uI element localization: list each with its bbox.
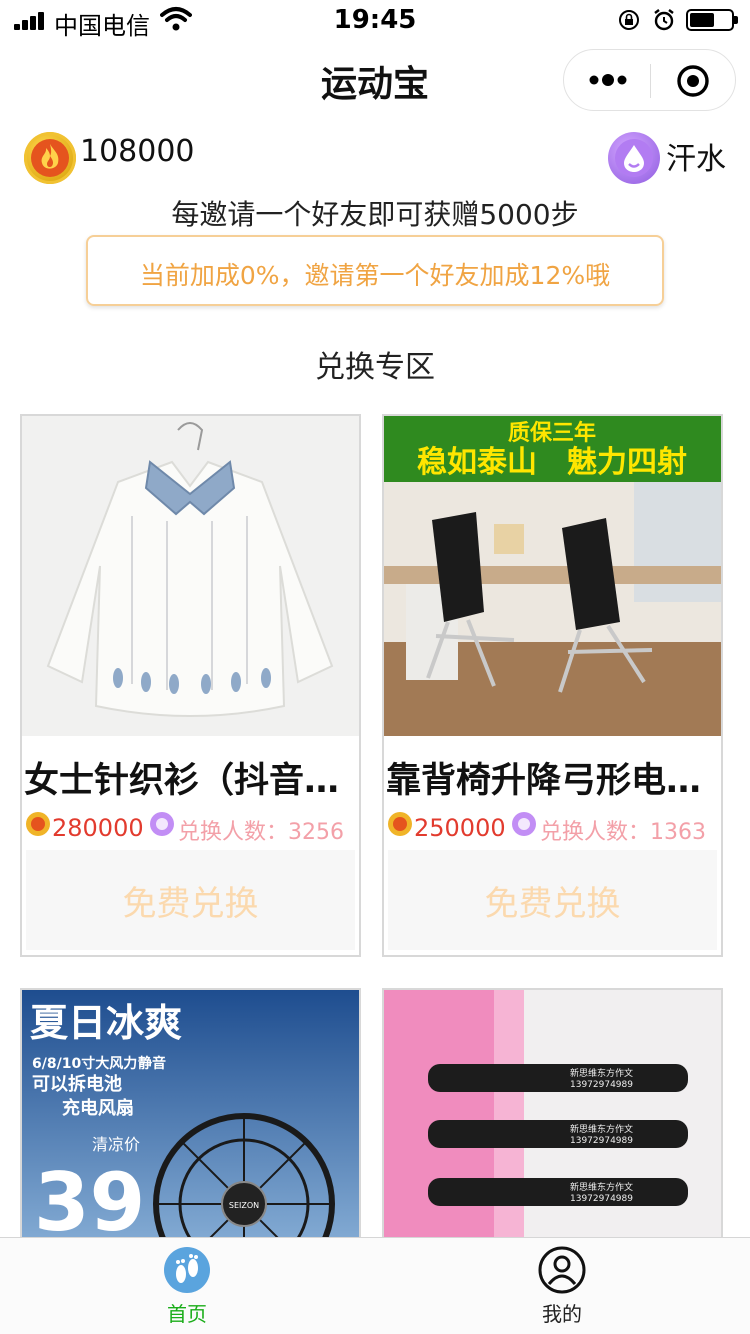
sweat-coin-icon [512,812,536,836]
tab-home[interactable]: 首页 [127,1238,247,1334]
invite-bonus-button[interactable]: 当前加成0%，邀请第一个好友加成12%哦 [86,235,664,306]
banner-top-text: 质保三年 [508,420,596,446]
battery-icon [686,9,738,31]
footprints-icon [164,1247,210,1293]
pen-text-1: 新思维东方作文 [570,1067,633,1079]
tab-home-label: 首页 [167,1302,207,1326]
product-name: 女士针织衫（抖音同款） [24,761,357,801]
fan-price: 39 [34,1156,145,1249]
sweat-coin-icon [150,812,174,836]
rotation-lock-icon [619,10,639,30]
free-redeem-label: 免费兑换 [484,884,621,924]
fan-line1: 6/8/10寸大风力 [32,1055,137,1072]
invite-reward-text: 每邀请一个好友即可获赠5000步 [171,198,579,231]
fan-headline: 夏日冰爽 [30,1001,182,1045]
pen-phone-3: 13972974989 [570,1194,633,1204]
redeem-count-label: 兑换人数： [178,820,289,845]
section-title: 兑换专区 [315,350,435,385]
product-meta: 280000 兑换人数：3256 [22,808,359,848]
status-bar: 中国电信 19:45 [0,0,750,40]
fan-line1b: 静音 [138,1055,166,1072]
product-card[interactable]: 质保三年 稳如泰山 魅力四射 靠背椅升降弓形电脑椅 250000 兑换人数：13… [382,414,723,957]
sweat-coin-icon [608,132,660,184]
product-price: 280000 [52,814,144,842]
banner-bottom-text: 稳如泰山 魅力四射 [417,445,687,480]
pen-text-3: 新思维东方作文 [570,1181,633,1193]
product-price: 250000 [414,814,506,842]
pen-phone-2: 13972974989 [570,1136,633,1146]
fan-line2: 可以拆电池 [32,1073,122,1095]
redeem-count: 兑换人数：1363 [540,814,706,846]
invite-bonus-text: 当前加成0%，邀请第一个好友加成12%哦 [139,261,611,290]
fan-brand: SEIZON [229,1201,259,1210]
fan-promo: 清凉价 [92,1135,140,1154]
miniprogram-capsule [563,49,736,111]
close-miniprogram-icon[interactable] [676,64,710,98]
product-image-office-chair: 质保三年 稳如泰山 魅力四射 [384,416,721,736]
pen-text-2: 新思维东方作文 [570,1123,633,1135]
bottom-tab-bar: 首页 我的 [0,1237,750,1334]
user-icon [538,1246,586,1294]
redeem-count: 兑换人数：3256 [178,814,344,846]
alarm-icon [654,9,674,31]
product-image-sweater [22,416,359,736]
steps-coin-icon [24,132,76,184]
tab-mine[interactable]: 我的 [502,1238,622,1334]
fan-line3: 充电风扇 [62,1097,134,1119]
more-icon[interactable] [588,69,628,91]
free-redeem-label: 免费兑换 [122,884,259,924]
steps-coin-icon [26,812,50,836]
product-name: 靠背椅升降弓形电脑椅 [386,761,719,801]
steps-balance: 108000 [80,134,195,169]
redeem-count-label: 兑换人数： [540,820,651,845]
redeem-count-value: 1363 [650,820,707,845]
steps-coin-icon [388,812,412,836]
tab-mine-label: 我的 [542,1302,582,1326]
pen-phone-1: 13972974989 [570,1080,633,1090]
free-redeem-button[interactable]: 免费兑换 [388,850,717,950]
sweat-label[interactable]: 汗水 [666,134,726,178]
product-card[interactable]: 女士针织衫（抖音同款） 280000 兑换人数：3256 免费兑换 [20,414,361,957]
product-meta: 250000 兑换人数：1363 [384,808,721,848]
redeem-count-value: 3256 [288,820,345,845]
free-redeem-button[interactable]: 免费兑换 [26,850,355,950]
capsule-divider [650,64,651,98]
